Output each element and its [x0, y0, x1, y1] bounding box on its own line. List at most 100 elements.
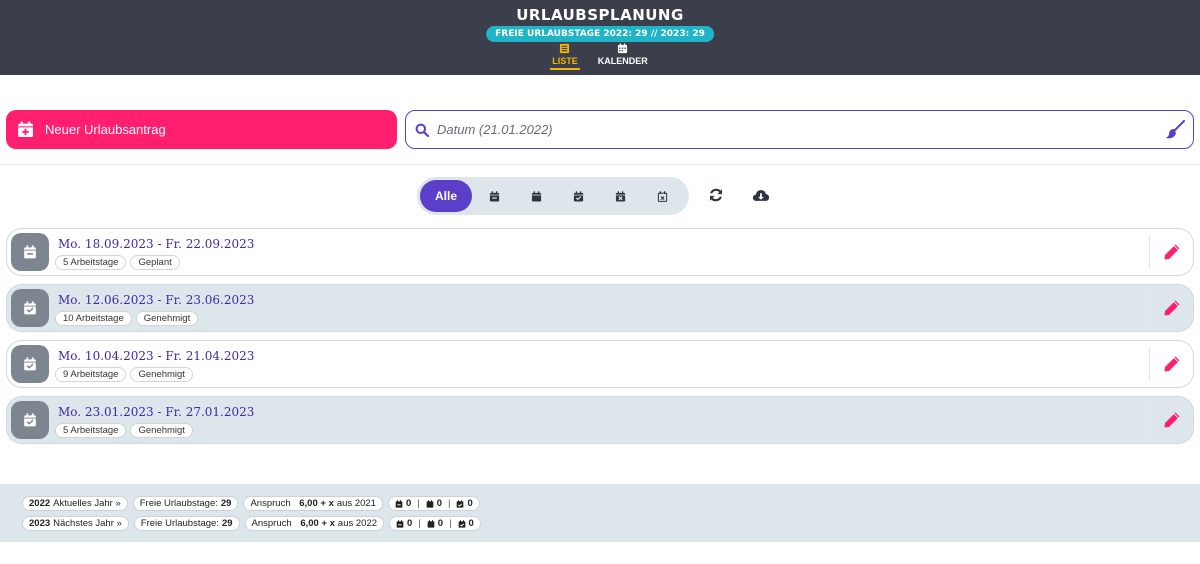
- toolbar: Neuer Urlaubsantrag: [6, 110, 1194, 149]
- free-days-value: 29: [221, 518, 233, 529]
- item-date-range: Mo. 23.01.2023 - Fr. 27.01.2023: [58, 405, 255, 419]
- requested-count: 0: [436, 498, 443, 509]
- list-item[interactable]: Mo. 10.04.2023 - Fr. 21.04.2023 9 Arbeit…: [6, 340, 1194, 388]
- status-filter-group: Alle: [417, 177, 689, 215]
- calendar-icon: [531, 190, 541, 202]
- nav-tab-label: LISTE: [552, 56, 578, 66]
- item-status-icon-box: [11, 289, 49, 327]
- item-tags: 10 Arbeitstage Genehmigt: [55, 311, 199, 326]
- item-separator: [1149, 347, 1150, 381]
- calendar-check-icon: [458, 519, 465, 528]
- filter-requested-button[interactable]: [515, 180, 557, 212]
- list-item[interactable]: Mo. 12.06.2023 - Fr. 23.06.2023 10 Arbei…: [6, 284, 1194, 332]
- filter-rejected-button[interactable]: [599, 180, 641, 212]
- download-button[interactable]: [752, 186, 770, 204]
- approved-count: 0: [468, 518, 474, 529]
- item-date-range: Mo. 12.06.2023 - Fr. 23.06.2023: [58, 293, 255, 307]
- list-icon: [560, 43, 570, 54]
- approved-count: 0: [467, 498, 473, 509]
- calendar-check-icon: [24, 357, 36, 371]
- claim-suffix: aus 2021: [336, 498, 376, 509]
- pencil-icon[interactable]: [1162, 410, 1182, 430]
- pencil-icon[interactable]: [1162, 354, 1182, 374]
- date-search-input[interactable]: [437, 122, 1165, 137]
- search-box: [405, 110, 1194, 149]
- list-item[interactable]: Mo. 18.09.2023 - Fr. 22.09.2023 5 Arbeit…: [6, 228, 1194, 276]
- claim-value: 6,00 + x: [299, 498, 334, 509]
- claim-pill: Anspruch 6,00 + x aus 2021: [243, 496, 383, 511]
- calendar-check-icon: [457, 499, 464, 508]
- year-link[interactable]: 2022 Aktuelles Jahr »: [22, 496, 128, 511]
- search-icon: [415, 123, 429, 137]
- nav-tab-label: KALENDER: [597, 56, 648, 66]
- item-status-icon-box: [11, 233, 49, 271]
- calendar-icon: [426, 499, 434, 508]
- status-tag: Geplant: [130, 255, 180, 270]
- item-status-icon-box: [11, 401, 49, 439]
- nav-tab-liste[interactable]: LISTE: [550, 43, 580, 70]
- claim-label: Anspruch: [250, 498, 291, 509]
- new-request-label: Neuer Urlaubsantrag: [45, 122, 166, 137]
- year-value: 2022: [29, 498, 51, 509]
- filter-planned-button[interactable]: [473, 180, 515, 212]
- item-tags: 5 Arbeitstage Geplant: [55, 255, 180, 270]
- free-days-label: Freie Urlaubstage:: [140, 518, 219, 529]
- item-status-icon-box: [11, 345, 49, 383]
- item-date-range: Mo. 18.09.2023 - Fr. 22.09.2023: [58, 237, 255, 251]
- item-separator: [1149, 235, 1150, 269]
- list-item[interactable]: Mo. 23.01.2023 - Fr. 27.01.2023 5 Arbeit…: [6, 396, 1194, 444]
- cloud-download-icon: [752, 189, 770, 201]
- calendar-minus-icon: [395, 499, 403, 508]
- calendar-icon: [618, 43, 628, 54]
- calendar-x-outline-icon: [657, 190, 667, 202]
- pencil-icon[interactable]: [1162, 298, 1182, 318]
- filter-all-button[interactable]: Alle: [420, 180, 472, 212]
- workdays-tag: 5 Arbeitstage: [55, 423, 127, 438]
- main-nav: LISTE KALENDER: [0, 43, 1200, 70]
- filter-cancelled-button[interactable]: [641, 180, 683, 212]
- claim-value: 6,00 + x: [300, 518, 335, 529]
- counts-pill: 0 | 0 | 0: [389, 516, 481, 531]
- filter-approved-button[interactable]: [557, 180, 599, 212]
- year-link[interactable]: 2023 Nächstes Jahr »: [22, 516, 129, 531]
- nav-tab-kalender[interactable]: KALENDER: [596, 43, 650, 70]
- summary-row-current-year: 2022 Aktuelles Jahr » Freie Urlaubstage: 2…: [22, 496, 480, 511]
- calendar-minus-icon: [489, 190, 499, 202]
- year-value: 2023: [29, 518, 51, 529]
- status-tag: Genehmigt: [135, 311, 199, 326]
- free-days-badge: FREIE URLAUBSTAGE 2022: 29 // 2023: 29: [486, 26, 714, 42]
- refresh-icon: [709, 188, 723, 202]
- status-tag: Genehmigt: [130, 367, 193, 382]
- calendar-minus-icon: [24, 245, 36, 259]
- workdays-tag: 9 Arbeitstage: [55, 367, 127, 382]
- vacation-list: Mo. 18.09.2023 - Fr. 22.09.2023 5 Arbeit…: [6, 228, 1194, 452]
- item-tags: 5 Arbeitstage Genehmigt: [55, 423, 193, 438]
- pencil-icon[interactable]: [1162, 242, 1182, 262]
- refresh-button[interactable]: [707, 186, 725, 204]
- status-tag: Genehmigt: [130, 423, 193, 438]
- year-label: Nächstes Jahr »: [53, 518, 122, 529]
- calendar-x-icon: [615, 190, 625, 202]
- free-days-label: Freie Urlaubstage:: [139, 498, 218, 509]
- planned-count: 0: [405, 498, 412, 509]
- clear-brush-icon[interactable]: [1165, 119, 1185, 140]
- calendar-plus-icon: [18, 121, 33, 137]
- requested-count: 0: [437, 518, 444, 529]
- year-summary-footer: 2022 Aktuelles Jahr » Freie Urlaubstage: 2…: [0, 484, 1200, 542]
- calendar-check-icon: [573, 190, 583, 202]
- claim-label: Anspruch: [251, 518, 292, 529]
- workdays-tag: 5 Arbeitstage: [55, 255, 127, 270]
- section-divider: [0, 164, 1200, 165]
- workdays-tag: 10 Arbeitstage: [55, 311, 132, 326]
- calendar-icon: [427, 519, 435, 528]
- planned-count: 0: [407, 518, 413, 529]
- app-title: URLAUBSPLANUNG: [516, 6, 684, 24]
- summary-row-next-year: 2023 Nächstes Jahr » Freie Urlaubstage: 29…: [22, 516, 481, 531]
- new-request-button[interactable]: Neuer Urlaubsantrag: [6, 110, 397, 149]
- claim-pill: Anspruch 6,00 + x aus 2022: [244, 516, 385, 531]
- claim-suffix: aus 2022: [337, 518, 378, 529]
- year-label: Aktuelles Jahr »: [53, 498, 121, 509]
- item-separator: [1149, 291, 1150, 325]
- item-tags: 9 Arbeitstage Genehmigt: [55, 367, 193, 382]
- item-separator: [1149, 403, 1150, 437]
